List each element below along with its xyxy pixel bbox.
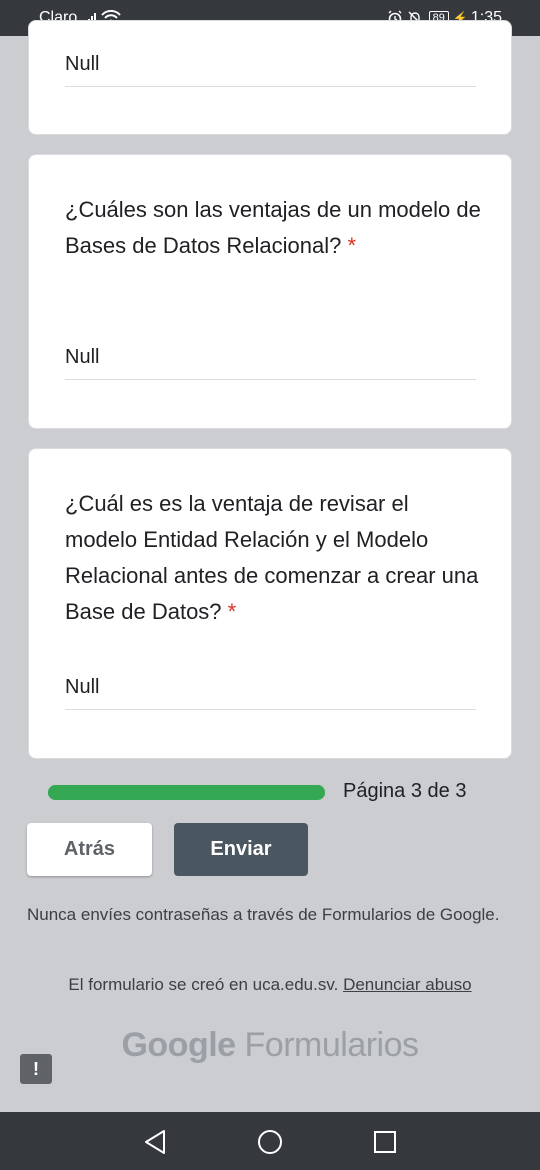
created-text: El formulario se creó en uca.edu.sv. xyxy=(68,975,339,994)
back-triangle-icon[interactable] xyxy=(142,1128,168,1156)
password-warning: Nunca envíes contraseñas a través de For… xyxy=(27,905,500,924)
question-title: ¿Cuáles son las ventajas de un modelo de… xyxy=(65,192,485,264)
feedback-icon[interactable]: ! xyxy=(20,1054,52,1084)
question-text: ¿Cuál es es la ventaja de revisar el mod… xyxy=(65,491,479,624)
navigation-bar xyxy=(0,1112,540,1170)
answer-field[interactable]: Null xyxy=(65,676,476,710)
recents-square-icon[interactable] xyxy=(372,1128,398,1156)
required-asterisk: * xyxy=(347,233,357,258)
progress-bar xyxy=(48,785,325,800)
required-asterisk: * xyxy=(227,599,237,624)
brand-forms: Formularios xyxy=(244,1026,419,1064)
google-forms-logo[interactable]: Google Formularios xyxy=(0,1026,540,1065)
progress-fill xyxy=(48,785,325,800)
report-abuse-link[interactable]: Denunciar abuso xyxy=(343,975,472,994)
answer-field[interactable]: Null xyxy=(65,53,476,87)
question-text: ¿Cuáles son las ventajas de un modelo de… xyxy=(65,197,481,258)
question-card-1: Null xyxy=(28,20,512,135)
question-title: ¿Cuál es es la ventaja de revisar el mod… xyxy=(65,486,485,630)
back-button[interactable]: Atrás xyxy=(27,823,152,876)
answer-field[interactable]: Null xyxy=(65,346,476,380)
question-card-2: ¿Cuáles son las ventajas de un modelo de… xyxy=(28,154,512,429)
page-indicator: Página 3 de 3 xyxy=(343,780,467,802)
question-card-3: ¿Cuál es es la ventaja de revisar el mod… xyxy=(28,448,512,759)
created-notice: El formulario se creó en uca.edu.sv. Den… xyxy=(0,975,540,995)
brand-google: Google xyxy=(121,1026,236,1064)
home-circle-icon[interactable] xyxy=(256,1128,284,1156)
submit-button[interactable]: Enviar xyxy=(174,823,308,876)
